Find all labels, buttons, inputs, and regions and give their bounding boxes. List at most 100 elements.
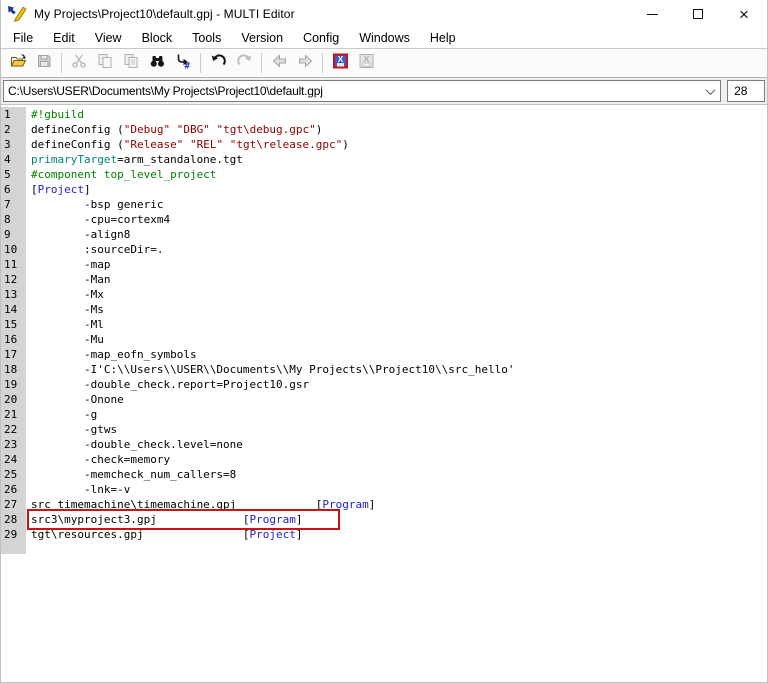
- code-line[interactable]: -bsp generic: [26, 197, 163, 212]
- editor-row-20: 20 -Onone: [1, 392, 767, 407]
- toolbar-separator: [61, 53, 62, 73]
- menu-edit[interactable]: Edit: [43, 29, 85, 47]
- menu-bar: FileEditViewBlockToolsVersionConfigWindo…: [1, 28, 767, 49]
- code-line[interactable]: -cpu=cortexm4: [26, 212, 170, 227]
- cut-button[interactable]: [66, 51, 92, 75]
- code-editor[interactable]: 1#!gbuild2defineConfig ("Debug" "DBG" "t…: [1, 105, 767, 682]
- code-line[interactable]: -map_eofn_symbols: [26, 347, 197, 362]
- code-line[interactable]: -Mu: [26, 332, 104, 347]
- code-line[interactable]: primaryTarget=arm_standalone.tgt: [26, 152, 243, 167]
- toolbar-separator: [322, 53, 323, 73]
- code-line[interactable]: -map: [26, 257, 110, 272]
- code-line[interactable]: defineConfig ("Release" "REL" "tgt\relea…: [26, 137, 349, 152]
- line-number: 1: [1, 107, 26, 122]
- toolbar-separator: [200, 53, 201, 73]
- menu-tools[interactable]: Tools: [182, 29, 231, 47]
- line-number: 2: [1, 122, 26, 137]
- line-number: 19: [1, 377, 26, 392]
- menu-block[interactable]: Block: [132, 29, 183, 47]
- editor-row-15: 15 -Ml: [1, 317, 767, 332]
- floppy-icon: [36, 53, 53, 74]
- code-line[interactable]: -memcheck_num_callers=8: [26, 467, 236, 482]
- redo-button[interactable]: [231, 51, 257, 75]
- line-number: 3: [1, 137, 26, 152]
- open-file-button[interactable]: [5, 51, 31, 75]
- editor-row-22: 22 -gtws: [1, 422, 767, 437]
- maximize-icon: [693, 9, 703, 19]
- combo-dropdown-button[interactable]: [700, 81, 720, 101]
- code-line[interactable]: -double_check.level=none: [26, 437, 243, 452]
- code-line[interactable]: -Mx: [26, 287, 104, 302]
- line-number: 7: [1, 197, 26, 212]
- close-button[interactable]: ×: [721, 0, 767, 28]
- line-number: 10: [1, 242, 26, 257]
- line-number: 25: [1, 467, 26, 482]
- code-line[interactable]: :sourceDir=.: [26, 242, 163, 257]
- navigate-forward-button[interactable]: [292, 51, 318, 75]
- code-line[interactable]: -I'C:\\Users\\USER\\Documents\\My Projec…: [26, 362, 514, 377]
- editor-row-24: 24 -check=memory: [1, 452, 767, 467]
- line-number: 6: [1, 182, 26, 197]
- save-button[interactable]: [31, 51, 57, 75]
- code-line[interactable]: #!gbuild: [26, 107, 84, 122]
- toolbar-separator: [261, 53, 262, 73]
- code-line[interactable]: [Project]: [26, 182, 91, 197]
- code-line[interactable]: -Man: [26, 272, 110, 287]
- file-path-combobox[interactable]: C:\Users\USER\Documents\My Projects\Proj…: [3, 80, 721, 102]
- paste-button[interactable]: [118, 51, 144, 75]
- goto-line-button[interactable]: #: [170, 51, 196, 75]
- menu-windows[interactable]: Windows: [349, 29, 420, 47]
- minimize-button[interactable]: [629, 0, 675, 28]
- editor-row-6: 6[Project]: [1, 182, 767, 197]
- close-icon: ×: [739, 6, 749, 23]
- close-file-button[interactable]: X: [353, 51, 379, 75]
- code-line[interactable]: tgt\resources.gpj [Project]: [26, 527, 303, 542]
- binoculars-icon: [149, 53, 166, 74]
- code-line[interactable]: src3\myproject3.gpj [Program]: [26, 512, 340, 527]
- open-folder-icon: [10, 53, 27, 74]
- code-line[interactable]: -Onone: [26, 392, 124, 407]
- window-controls: ×: [629, 0, 767, 28]
- line-number: 22: [1, 422, 26, 437]
- navigate-back-button[interactable]: [266, 51, 292, 75]
- editor-row-9: 9 -align8: [1, 227, 767, 242]
- file-path-value: C:\Users\USER\Documents\My Projects\Proj…: [4, 84, 700, 98]
- title-bar: My Projects\Project10\default.gpj - MULT…: [1, 0, 767, 28]
- code-line[interactable]: -g: [26, 407, 97, 422]
- line-number: 29: [1, 527, 26, 542]
- line-number: 26: [1, 482, 26, 497]
- multi-editor-window: My Projects\Project10\default.gpj - MULT…: [0, 0, 768, 683]
- code-line[interactable]: -gtws: [26, 422, 117, 437]
- menu-file[interactable]: File: [3, 29, 43, 47]
- code-line[interactable]: #component top_level_project: [26, 167, 216, 182]
- line-number: 12: [1, 272, 26, 287]
- code-line[interactable]: -align8: [26, 227, 130, 242]
- menu-help[interactable]: Help: [420, 29, 466, 47]
- code-line[interactable]: -double_check.report=Project10.gsr: [26, 377, 309, 392]
- code-line[interactable]: -check=memory: [26, 452, 170, 467]
- editor-row-13: 13 -Mx: [1, 287, 767, 302]
- line-number: 5: [1, 167, 26, 182]
- copy-button[interactable]: [92, 51, 118, 75]
- find-button[interactable]: [144, 51, 170, 75]
- code-line[interactable]: -Ms: [26, 302, 104, 317]
- line-number: 20: [1, 392, 26, 407]
- line-number: 9: [1, 227, 26, 242]
- editor-row-17: 17 -map_eofn_symbols: [1, 347, 767, 362]
- menu-config[interactable]: Config: [293, 29, 349, 47]
- menu-view[interactable]: View: [85, 29, 132, 47]
- line-number-indicator[interactable]: 28: [727, 80, 765, 102]
- undo-button[interactable]: [205, 51, 231, 75]
- line-number: 21: [1, 407, 26, 422]
- editor-row-1: 1#!gbuild: [1, 107, 767, 122]
- editor-row-5: 5#component top_level_project: [1, 167, 767, 182]
- code-line[interactable]: defineConfig ("Debug" "DBG" "tgt\debug.g…: [26, 122, 322, 137]
- toolbar: # XX: [1, 49, 767, 78]
- editor-row-14: 14 -Ms: [1, 302, 767, 317]
- save-and-close-button[interactable]: X: [327, 51, 353, 75]
- code-line[interactable]: -lnk=-v: [26, 482, 130, 497]
- maximize-button[interactable]: [675, 0, 721, 28]
- menu-version[interactable]: Version: [231, 29, 293, 47]
- line-number: 23: [1, 437, 26, 452]
- code-line[interactable]: -Ml: [26, 317, 104, 332]
